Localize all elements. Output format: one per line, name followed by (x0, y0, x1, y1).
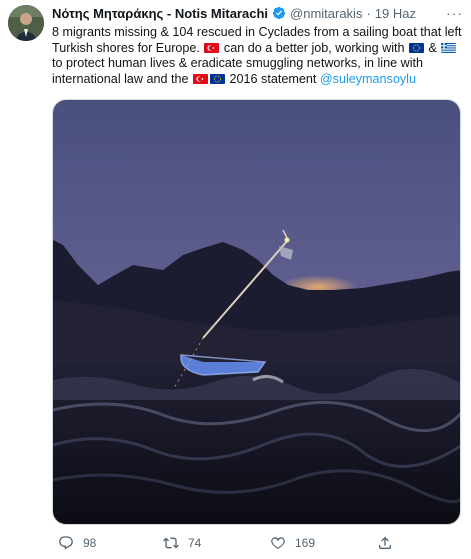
author-name[interactable]: Νότης Μηταράκης - Notis Mitarachi (52, 6, 268, 21)
tweet-text-part2: can do a better job, working with (223, 40, 405, 55)
tweet-text-part3: & (428, 40, 437, 55)
eu-flag-icon (409, 42, 425, 53)
author-handle[interactable]: @nmitarakis (290, 6, 362, 21)
tweet-header: Νότης Μηταράκης - Notis Mitarachi @nmita… (52, 4, 463, 22)
eu-flag-icon (210, 73, 226, 84)
retweet-count: 74 (188, 536, 202, 550)
greece-flag-icon (441, 42, 457, 53)
retweet-icon (163, 537, 179, 549)
tweet-date[interactable]: 19 Haz (375, 6, 416, 21)
tweet-text-part5: 2016 statement (229, 71, 317, 86)
avatar[interactable] (8, 5, 44, 41)
like-count: 169 (295, 536, 316, 550)
heart-icon (271, 537, 285, 549)
separator-dot: · (366, 5, 371, 21)
verified-badge-icon (272, 6, 286, 20)
share-button[interactable] (377, 535, 393, 551)
retweet-button[interactable]: 74 (163, 535, 201, 551)
mention-link[interactable]: @suleymansoylu (320, 72, 416, 86)
tweet[interactable]: Νότης Μηταράκης - Notis Mitarachi @nmita… (0, 0, 471, 559)
photo-sailboat-at-night (53, 100, 460, 524)
tweet-text: 8 migrants missing & 104 rescued in Cycl… (52, 25, 462, 87)
reply-icon (59, 536, 73, 550)
tweet-photo[interactable] (52, 99, 461, 525)
reply-count: 98 (83, 536, 97, 550)
reply-button[interactable]: 98 (58, 535, 96, 551)
more-options-icon[interactable]: ··· (446, 5, 463, 21)
turkey-flag-icon (193, 73, 209, 84)
turkey-flag-icon (204, 42, 220, 53)
tweet-actions: 98 74 169 (52, 532, 461, 554)
like-button[interactable]: 169 (270, 535, 315, 551)
share-icon (379, 536, 391, 549)
